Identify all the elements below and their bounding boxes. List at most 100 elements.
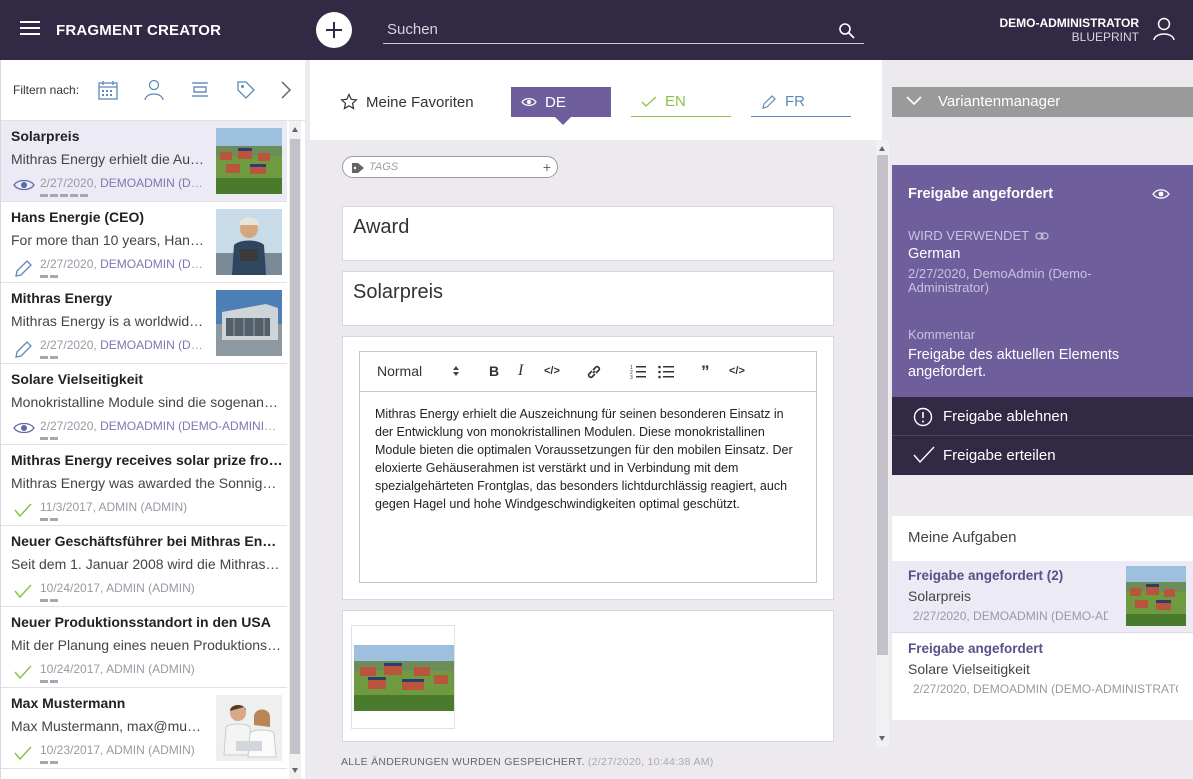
accept-label: Freigabe erteilen [943,447,1056,464]
list-item[interactable]: Hans Energie (CEO) For more than 10 year… [1,202,287,283]
editor-toolbar: Meine Favoriten DE EN FR [310,60,882,140]
eye-icon [521,98,537,106]
tag-icon[interactable] [235,79,257,101]
language-code: FR [785,93,805,110]
pencil-icon [762,94,776,109]
list-item-date: 10/24/2017, [40,581,104,595]
calendar-icon[interactable] [97,79,119,101]
person-icon[interactable] [144,79,164,101]
check-icon [913,446,935,464]
code-icon[interactable]: </> [544,365,560,377]
favorites-button[interactable]: Meine Favoriten [340,93,474,111]
user-icon[interactable] [1153,17,1175,41]
list-item-date: 11/3/2017, [40,500,96,514]
accept-approval-button[interactable]: Freigabe erteilen [892,436,1193,475]
list-item-author: ADMIN (ADMIN) [106,743,195,757]
search-input[interactable] [383,18,823,41]
locale-bars [40,761,58,764]
list-item[interactable]: Solarpreis Mithras Energy erhielt die Au… [1,121,287,202]
list-item[interactable]: Neuer Geschäftsführer bei Mithras Energy… [1,526,287,607]
tab-language-en[interactable]: EN [631,87,731,117]
pencil-icon [15,260,32,277]
format-select[interactable]: Normal [377,363,422,379]
list-item[interactable]: Mithras Energy Mithras Energy is a world… [1,283,287,364]
bullet-list-icon[interactable] [658,364,674,380]
task-meta-text: 2/27/2020, DEMOADMIN (DEMO-ADMINISTRATOR… [913,682,1178,696]
ordered-list-icon[interactable]: 123 [630,364,646,380]
add-button[interactable] [316,12,352,48]
award-field[interactable]: Award [342,206,834,261]
list-item-meta: 10/24/2017, ADMIN (ADMIN) [40,662,278,676]
solar-village-thumbnail [1126,566,1186,626]
rich-text-container: Normal B I </> 123 ” </> Mithras Energy … [342,336,834,600]
list-item-title: Neuer Geschäftsführer bei Mithras Energy [11,533,283,549]
save-status-text: ALLE ÄNDERUNGEN WURDEN GESPEICHERT. [341,756,585,768]
approval-comment: Freigabe des aktuellen Elements angeford… [908,347,1120,380]
select-arrows-icon[interactable] [452,365,460,377]
list-item[interactable]: Solare Vielseitigkeit Monokristalline Mo… [1,364,287,445]
list-item-text: Mithras Energy erhielt die Auszeichnung … [11,151,207,167]
scroll-down-icon[interactable] [292,768,298,773]
list-item-date: 10/23/2017, [40,743,104,757]
locale-bars [40,599,58,602]
save-status-time: (2/27/2020, 10:44:38 AM) [587,756,714,768]
approval-language: German [908,246,961,262]
save-status: ALLE ÄNDERUNGEN WURDEN GESPEICHERT. (2/2… [341,756,714,768]
solar-village-image [354,645,454,711]
list-item-text: Seit dem 1. Januar 2008 wird die Mithras… [11,556,283,572]
list-item-text: Mithras Energy is a worldwide leading co… [11,313,207,329]
eye-icon[interactable] [1152,188,1170,200]
task-title: Freigabe angefordert [908,641,1044,656]
list-item-date: 2/27/2020, [40,419,97,433]
variant-manager-header[interactable]: Variantenmanager [892,87,1193,117]
tab-language-de[interactable]: DE [511,87,611,125]
task-meta: 2/27/2020, DEMOADMIN (DEMO-ADMINISTRATOR… [908,682,1178,696]
list-item[interactable]: Max Mustermann Max Mustermann, max@muste… [1,688,287,769]
scrollbar-thumb[interactable] [290,139,300,754]
user-role: BLUEPRINT [1071,30,1139,44]
italic-icon[interactable]: I [518,362,523,380]
user-info[interactable]: DEMO-ADMINISTRATOR BLUEPRINT [999,16,1139,44]
tag-icon [352,163,364,173]
align-icon[interactable] [189,79,211,101]
scroll-down-icon[interactable] [879,736,885,741]
blockquote-icon[interactable]: ” [701,362,710,382]
list-item[interactable]: Mithras Energy receives solar prize from… [1,445,287,526]
task-item[interactable]: Freigabe angefordert Solare Vielseitigke… [892,634,1193,706]
add-tag-icon[interactable]: + [543,159,551,175]
locale-bars [40,194,88,197]
title-field[interactable]: Solarpreis [342,271,834,326]
user-name: DEMO-ADMINISTRATOR [999,16,1139,30]
svg-text:3: 3 [630,375,633,380]
image-preview[interactable] [351,625,455,729]
approval-meta: 2/27/2020, DemoAdmin (Demo-Administrator… [908,266,1092,295]
rich-text-content[interactable]: Mithras Energy erhielt die Auszeichnung … [360,392,816,526]
scroll-up-icon[interactable] [879,146,885,151]
menu-icon[interactable] [20,21,40,37]
list-item-title: Max Mustermann [11,695,126,711]
code-block-icon[interactable]: </> [729,365,745,377]
link-icon[interactable] [586,364,602,380]
list-item-date: 2/27/2020, [40,176,97,190]
locale-bars [40,680,58,683]
check-icon [641,96,657,107]
tags-input[interactable]: TAGS + [342,156,558,178]
list-item-text: Max Mustermann, max@mustermann.de [11,718,207,734]
list-scrollbar[interactable] [289,121,301,779]
editor-scrollbar[interactable] [876,140,889,747]
language-code: DE [545,93,566,111]
scroll-up-icon[interactable] [292,127,298,132]
reject-approval-button[interactable]: Freigabe ablehnen [892,397,1193,436]
bold-icon[interactable]: B [489,363,499,379]
list-item-author: ADMIN (ADMIN) [106,662,195,676]
task-item[interactable]: Freigabe angefordert (2) Solarpreis 2/27… [892,561,1193,633]
list-item-text: For more than 10 years, Hans Energie has… [11,232,207,248]
list-item-author: DEMOADMIN (DEMO-ADMINISTRATOR) [100,338,208,352]
search-icon[interactable] [838,22,856,40]
scrollbar-thumb[interactable] [877,155,888,655]
tab-language-fr[interactable]: FR [751,87,851,117]
list-item-author: ADMIN (ADMIN) [98,500,188,514]
list-item[interactable]: Neuer Produktionsstandort in den USA Mit… [1,607,287,688]
variant-manager-title: Variantenmanager [938,93,1061,110]
chevron-right-icon[interactable] [279,79,293,101]
